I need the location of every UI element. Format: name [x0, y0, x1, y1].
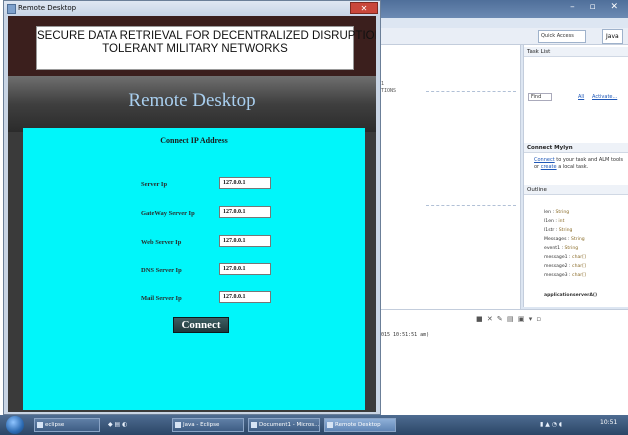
- header-title: Remote Desktop: [128, 90, 256, 111]
- eclipse-window-controls[interactable]: – ▫ ✕: [570, 2, 624, 12]
- gateway-server-ip-input[interactable]: [219, 206, 271, 218]
- server-ip-input[interactable]: [219, 177, 271, 189]
- outline-item[interactable]: message1 : char[]: [544, 255, 586, 260]
- taskbar-item-java-eclipse[interactable]: Java - Eclipse: [172, 418, 244, 432]
- outline-item[interactable]: event1 : String: [544, 246, 578, 251]
- mylyn-text-2: or create a local task.: [534, 164, 588, 170]
- task-list-title[interactable]: Task List: [524, 47, 628, 57]
- quicklaunch-icons[interactable]: ◆ ▤ ◐: [108, 421, 127, 428]
- project-banner: SECURE DATA RETRIEVAL FOR DECENTRALIZED …: [36, 26, 376, 70]
- task-activate-link[interactable]: Activate...: [592, 94, 617, 100]
- start-orb-icon[interactable]: [6, 416, 24, 434]
- console-view: ■ ✕ ✎ ▤ ▣ ▾ ▫ 2015 10:51:51 am): [376, 309, 628, 416]
- dns-server-ip-label: DNS Server Ip: [141, 267, 182, 274]
- editor-dashes: [426, 205, 516, 206]
- taskbar-item-eclipse[interactable]: eclipse: [34, 418, 100, 432]
- task-all-link[interactable]: All: [578, 94, 584, 100]
- word-icon: [251, 422, 257, 428]
- taskbar-item-document[interactable]: Document1 - Micros...: [248, 418, 320, 432]
- mylyn-title: Connect Mylyn: [524, 143, 628, 153]
- web-server-ip-label: Web Server Ip: [141, 239, 182, 246]
- screen: – ▫ ✕ Quick Access Java 31 ATIONS ? Task…: [0, 0, 628, 435]
- eclipse-icon: [37, 422, 43, 428]
- gateway-server-ip-label: GateWay Server Ip: [141, 210, 195, 217]
- mylyn-connect-link[interactable]: Connect: [534, 157, 555, 163]
- outline-item[interactable]: message2 : char[]: [544, 264, 586, 269]
- window-title: Remote Desktop: [18, 4, 77, 12]
- app-header: Remote Desktop: [8, 76, 376, 132]
- side-views: Task List Find All Activate... Connect M…: [523, 45, 628, 307]
- window-icon: [327, 422, 333, 428]
- eclipse-icon: [175, 422, 181, 428]
- mylyn-text: Connect to your task and ALM tools: [534, 157, 623, 163]
- form-title: Connect IP Address: [160, 136, 228, 145]
- taskbar-item-remote-desktop[interactable]: Remote Desktop: [324, 418, 396, 432]
- close-button[interactable]: ✕: [350, 2, 378, 14]
- mylyn-or: or: [534, 164, 540, 170]
- remote-desktop-window: Remote Desktop ✕ SECURE DATA RETRIEVAL F…: [3, 0, 381, 415]
- quick-access-input[interactable]: Quick Access: [538, 30, 586, 43]
- outline-item[interactable]: l1en : int: [544, 219, 564, 224]
- mail-server-ip-label: Mail Server Ip: [141, 295, 182, 302]
- system-tray-icons[interactable]: ▮ ▲ ◔ ◖: [540, 421, 562, 428]
- outline-item[interactable]: len : String: [544, 210, 569, 215]
- mylyn-local-task: a local task.: [558, 164, 589, 170]
- console-line: 2015 10:51:51 am): [378, 332, 430, 338]
- eclipse-window: – ▫ ✕ Quick Access Java 31 ATIONS ? Task…: [376, 0, 628, 416]
- window-titlebar[interactable]: Remote Desktop ✕: [4, 1, 380, 16]
- server-ip-label: Server Ip: [141, 181, 168, 188]
- outline-item[interactable]: Messages : String: [544, 237, 585, 242]
- web-server-ip-input[interactable]: [219, 235, 271, 247]
- taskbar: eclipse ◆ ▤ ◐ Java - Eclipse Document1 -…: [0, 415, 628, 435]
- outline-item[interactable]: message3 : char[]: [544, 273, 586, 278]
- outline-item[interactable]: l1str : String: [544, 228, 572, 233]
- task-find-input[interactable]: Find: [528, 93, 553, 101]
- connect-button[interactable]: Connect: [173, 317, 229, 333]
- taskbar-clock[interactable]: 10:51: [600, 419, 617, 426]
- outline-title[interactable]: Outline: [524, 185, 628, 195]
- mylyn-text-rest: to your task and ALM tools: [556, 157, 624, 163]
- mylyn-create-link[interactable]: create: [541, 164, 557, 170]
- window-client-area: SECURE DATA RETRIEVAL FOR DECENTRALIZED …: [8, 16, 376, 412]
- banner-line-2: TOLERANT MILITARY NETWORKS: [102, 43, 288, 55]
- outline-item[interactable]: applicationserverA(): [544, 293, 597, 298]
- eclipse-caption-bar: – ▫ ✕: [376, 0, 628, 18]
- java-perspective-button[interactable]: Java: [602, 29, 623, 44]
- editor-dashes: [426, 91, 516, 92]
- banner-line-1: SECURE DATA RETRIEVAL FOR DECENTRALIZED …: [37, 30, 376, 42]
- eclipse-toolbar: Quick Access Java: [376, 28, 628, 45]
- mail-server-ip-input[interactable]: [219, 291, 271, 303]
- code-editor[interactable]: 31 ATIONS ?: [376, 45, 521, 309]
- app-icon: [7, 4, 16, 14]
- dns-server-ip-input[interactable]: [219, 263, 271, 275]
- connect-form-panel: Connect IP Address Server Ip GateWay Ser…: [23, 128, 365, 410]
- console-toolbar-icons[interactable]: ■ ✕ ✎ ▤ ▣ ▾ ▫: [476, 315, 542, 323]
